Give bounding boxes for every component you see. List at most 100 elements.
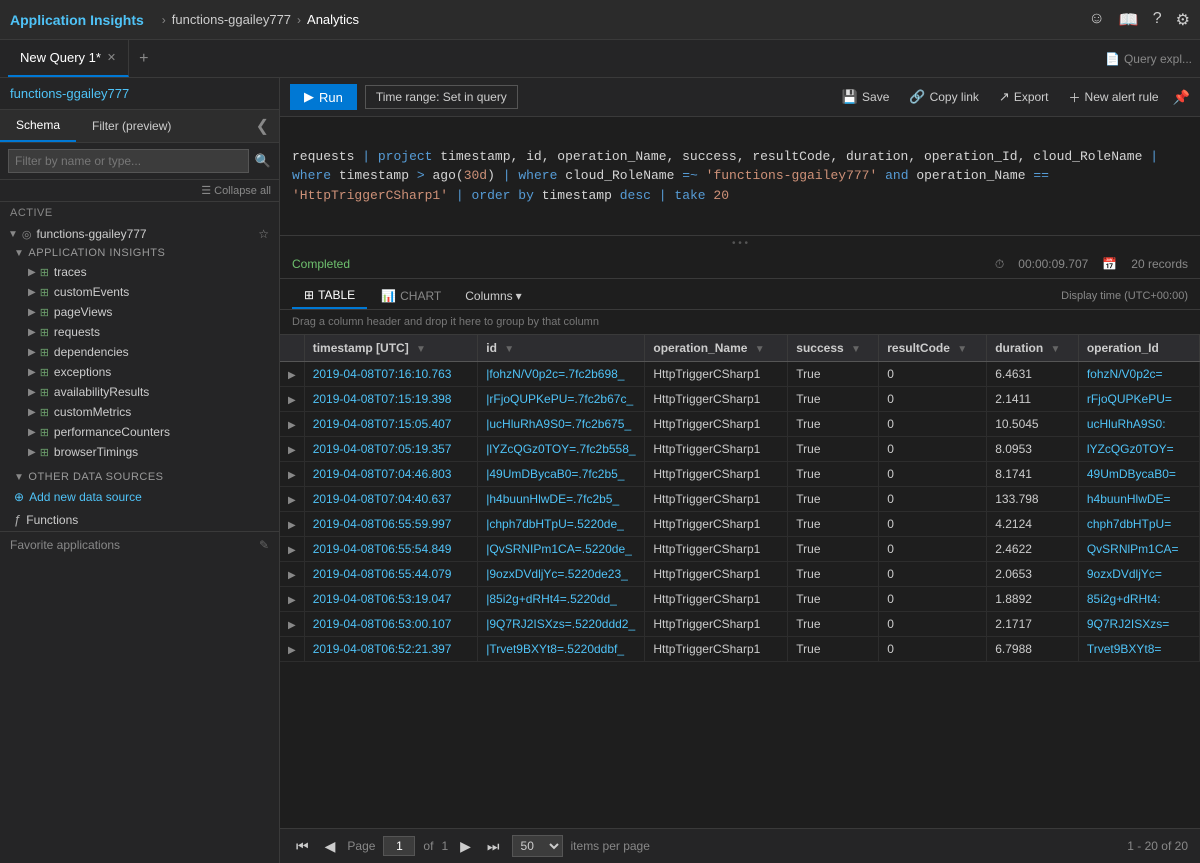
row-expand-icon[interactable]: ▶ (288, 420, 296, 431)
tab-new-query[interactable]: New Query 1* ✕ (8, 40, 129, 77)
first-page-button[interactable]: ⏮ (292, 836, 313, 857)
tab-schema[interactable]: Schema (0, 110, 76, 142)
col-timestamp[interactable]: timestamp [UTC] ▼ (304, 335, 478, 362)
collapse-all-button[interactable]: ☰ Collapse all (201, 184, 271, 197)
per-page-select[interactable]: 50 100 200 (512, 835, 563, 857)
query-editor[interactable]: requests | project timestamp, id, operat… (280, 117, 1200, 236)
row-expand-icon[interactable]: ▶ (288, 495, 296, 506)
cell-duration: 2.4622 (987, 536, 1079, 561)
sidebar-item-dependencies[interactable]: ▶ ⊞ dependencies (0, 342, 279, 362)
save-button[interactable]: 💾 Save (836, 86, 896, 108)
cell-timestamp: 2019-04-08T06:52:21.397 (304, 636, 478, 661)
col-operation-name[interactable]: operation_Name ▼ (645, 335, 788, 362)
sidebar-item-traces[interactable]: ▶ ⊞ traces (0, 262, 279, 282)
col-result-code[interactable]: resultCode ▼ (879, 335, 987, 362)
cell-result-code: 0 (879, 411, 987, 436)
collapse-panel-icon[interactable]: ❮ (256, 116, 279, 136)
sidebar-item-customEvents[interactable]: ▶ ⊞ customEvents (0, 282, 279, 302)
cell-operation-name: HttpTriggerCSharp1 (645, 561, 788, 586)
cell-timestamp: 2019-04-08T06:53:00.107 (304, 611, 478, 636)
cell-success: True (788, 386, 879, 411)
col-id[interactable]: id ▼ (478, 335, 645, 362)
row-expand-icon[interactable]: ▶ (288, 570, 296, 581)
main-layout: functions-ggailey777 Schema Filter (prev… (0, 78, 1200, 863)
add-data-source-button[interactable]: ⊕ Add new data source (0, 486, 279, 508)
cell-result-code: 0 (879, 461, 987, 486)
row-expand-icon[interactable]: ▶ (288, 520, 296, 531)
add-tab-button[interactable]: + (129, 50, 158, 68)
cell-operation-id: fohzN/V0p2c= (1078, 361, 1199, 386)
sidebar-item-availabilityResults[interactable]: ▶ ⊞ availabilityResults (0, 382, 279, 402)
row-expand-icon[interactable]: ▶ (288, 545, 296, 556)
tab-filter[interactable]: Filter (preview) (76, 111, 187, 141)
resource-link[interactable]: functions-ggailey777 (10, 86, 129, 101)
row-expand-icon[interactable]: ▶ (288, 395, 296, 406)
row-expand-icon[interactable]: ▶ (288, 445, 296, 456)
sidebar-item-pageViews[interactable]: ▶ ⊞ pageViews (0, 302, 279, 322)
page-input[interactable] (383, 836, 415, 856)
cell-id: |rFjoQUPKePU=.7fc2b67c_ (478, 386, 645, 411)
new-alert-button[interactable]: ＋ New alert rule (1063, 86, 1165, 109)
cell-success: True (788, 486, 879, 511)
row-expand-icon[interactable]: ▶ (288, 470, 296, 481)
settings-icon[interactable]: ⚙ (1176, 10, 1190, 30)
book-icon[interactable]: 📖 (1119, 10, 1139, 30)
tab-chart[interactable]: 📊 CHART (369, 284, 453, 308)
help-icon[interactable]: ? (1153, 10, 1162, 30)
sidebar-item-performanceCounters[interactable]: ▶ ⊞ performanceCounters (0, 422, 279, 442)
cell-timestamp: 2019-04-08T07:15:19.398 (304, 386, 478, 411)
run-button[interactable]: ▶ Run (290, 84, 357, 110)
cell-duration: 4.2124 (987, 511, 1079, 536)
query-expl-button[interactable]: 📄 Query expl... (1105, 52, 1192, 66)
functions-item[interactable]: ƒ Functions (0, 508, 279, 531)
last-page-button[interactable]: ⏭ (483, 836, 504, 857)
cell-timestamp: 2019-04-08T06:53:19.047 (304, 586, 478, 611)
next-page-button[interactable]: ▶ (456, 836, 475, 857)
col-duration[interactable]: duration ▼ (987, 335, 1079, 362)
cell-operation-name: HttpTriggerCSharp1 (645, 486, 788, 511)
row-expand-icon[interactable]: ▶ (288, 645, 296, 656)
query-resize-handle[interactable]: • • • (280, 236, 1200, 251)
pin-icon[interactable]: 📌 (1173, 89, 1190, 106)
cell-success: True (788, 561, 879, 586)
sidebar-item-browserTimings[interactable]: ▶ ⊞ browserTimings (0, 442, 279, 462)
cell-duration: 133.798 (987, 486, 1079, 511)
cell-timestamp: 2019-04-08T06:55:44.079 (304, 561, 478, 586)
filter-input[interactable] (8, 149, 249, 173)
table-row: ▶ 2019-04-08T07:15:19.398 |rFjoQUPKePU=.… (280, 386, 1200, 411)
edit-favorites-icon[interactable]: ✎ (259, 538, 269, 552)
sidebar-resource-link[interactable]: functions-ggailey777 (0, 78, 279, 110)
cell-result-code: 0 (879, 386, 987, 411)
tab-close-icon[interactable]: ✕ (107, 51, 116, 64)
favorite-section: Favorite applications ✎ (0, 531, 279, 558)
row-expand-icon[interactable]: ▶ (288, 620, 296, 631)
cell-id: |fohzN/V0p2c=.7fc2b698_ (478, 361, 645, 386)
table-label: pageViews (54, 305, 113, 319)
data-table-wrap[interactable]: timestamp [UTC] ▼ id ▼ operation_Name ▼ … (280, 335, 1200, 829)
cell-operation-id: QvSRNlPm1CA= (1078, 536, 1199, 561)
export-button[interactable]: ↗ Export (993, 86, 1055, 108)
breadcrumb-functions[interactable]: functions-ggailey777 (172, 12, 291, 27)
prev-page-button[interactable]: ◀ (321, 836, 340, 857)
row-expand-icon[interactable]: ▶ (288, 370, 296, 381)
resource-item[interactable]: ▼ ◎ functions-ggailey777 ☆ (0, 224, 279, 244)
copy-link-button[interactable]: 🔗 Copy link (903, 86, 985, 108)
row-expand-icon[interactable]: ▶ (288, 595, 296, 606)
columns-button[interactable]: Columns ▾ (455, 285, 531, 307)
resource-name: functions-ggailey777 (37, 227, 147, 241)
sidebar-item-exceptions[interactable]: ▶ ⊞ exceptions (0, 362, 279, 382)
top-nav: Application Insights › functions-ggailey… (0, 0, 1200, 40)
table-row: ▶ 2019-04-08T06:55:59.997 |chph7dbHTpU=.… (280, 511, 1200, 536)
col-success[interactable]: success ▼ (788, 335, 879, 362)
table-label: customEvents (54, 285, 129, 299)
filter-box: 🔍 (0, 143, 279, 180)
smiley-icon[interactable]: ☺ (1088, 10, 1104, 30)
time-range-button[interactable]: Time range: Set in query (365, 85, 518, 109)
tab-table[interactable]: ⊞ TABLE (292, 283, 367, 309)
star-icon[interactable]: ☆ (258, 227, 269, 241)
col-operation-id[interactable]: operation_Id (1078, 335, 1199, 362)
cell-success: True (788, 536, 879, 561)
cell-duration: 10.5045 (987, 411, 1079, 436)
sidebar-item-requests[interactable]: ▶ ⊞ requests (0, 322, 279, 342)
sidebar-item-customMetrics[interactable]: ▶ ⊞ customMetrics (0, 402, 279, 422)
